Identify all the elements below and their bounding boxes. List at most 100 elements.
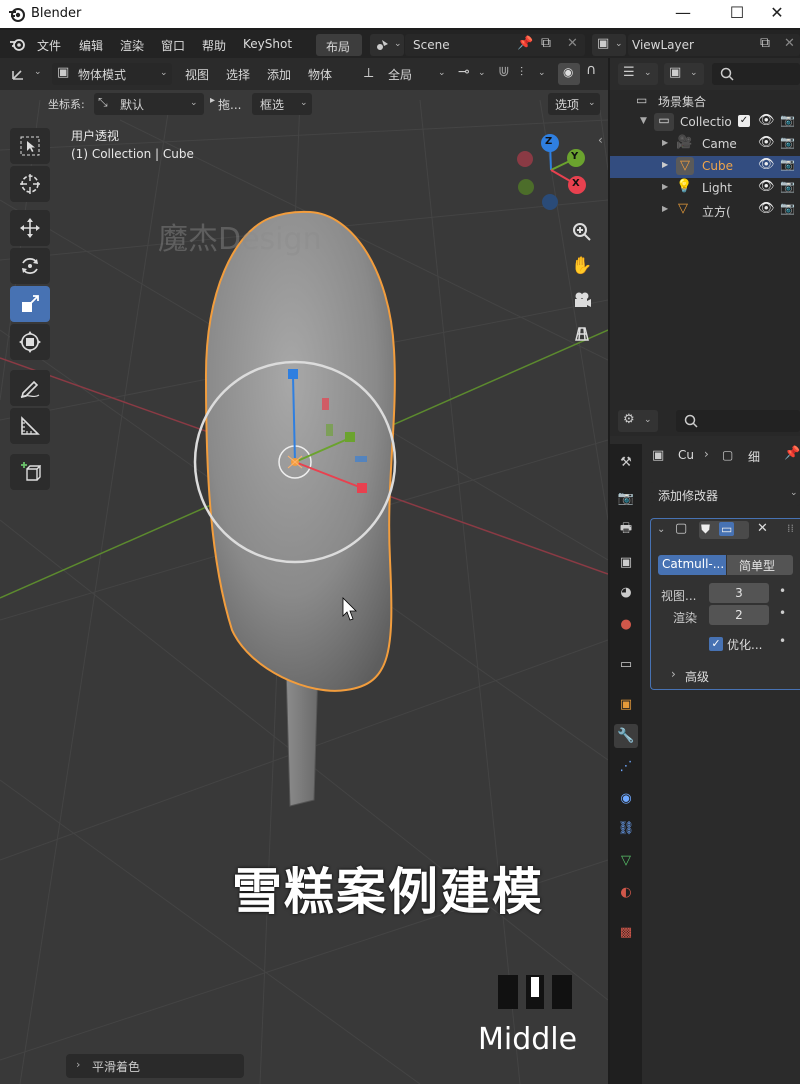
tab-modifiers[interactable]: 🔧 [614,724,638,748]
drag-handle-icon[interactable]: ⁞⁞ [787,522,794,535]
last-operator-panel[interactable]: › 平滑着色 [66,1054,244,1078]
render-camera-icon[interactable]: 📷 [780,201,795,215]
menu-keyshot[interactable]: KeyShot [243,37,292,51]
outliner-search-input[interactable] [712,63,800,85]
tool-cursor[interactable] [10,166,50,202]
menu-window[interactable]: 窗口 [161,37,185,54]
menu-add[interactable]: 添加 [267,66,291,83]
tab-collection[interactable]: ▭ [614,652,638,676]
render-camera-icon[interactable]: 📷 [780,113,795,127]
falloff-icon[interactable]: ∩ [586,62,596,78]
expand-arrow-icon[interactable]: ▶ [662,182,668,191]
expand-arrow-icon[interactable]: ▶ [662,204,668,213]
eye-icon[interactable]: 👁 [758,113,775,128]
viewport-scene[interactable] [0,58,608,1084]
tab-object[interactable]: ▣ [614,692,638,716]
viewlayer-type-dropdown[interactable]: ▣ ⌄ [592,34,626,56]
gizmo-z-handle[interactable] [288,369,298,379]
menu-view[interactable]: 视图 [185,66,209,83]
expand-arrow-icon[interactable]: ▶ [662,138,668,147]
tab-material[interactable]: ◐ [614,880,638,904]
render-camera-icon[interactable]: 📷 [780,179,795,193]
eye-icon[interactable]: 👁 [758,179,775,194]
display-mode-dropdown[interactable]: ▣ ⌄ [664,63,704,85]
outliner-scene-collection[interactable]: ▭ 场景集合 [610,90,800,112]
tab-world[interactable]: ● [614,612,638,636]
gizmo-x-handle[interactable] [357,483,367,493]
render-camera-icon[interactable]: 📷 [780,135,795,149]
editor-type-button[interactable]: ⌄ [8,63,46,85]
nav-neg-y[interactable] [518,179,534,195]
delete-scene-icon[interactable]: ✕ [567,36,578,51]
drag-dropdown[interactable]: ▸ 拖... [210,93,256,115]
gizmo-plane-xz[interactable] [322,398,329,410]
menu-render[interactable]: 渲染 [120,37,144,54]
optimal-display-checkbox[interactable]: ✓ [709,637,723,651]
scene-field[interactable]: Scene 📌 ⧉ ✕ [405,34,585,56]
tab-tool[interactable]: ⚒ [614,450,638,474]
scene-type-dropdown[interactable]: ⌄ [370,34,404,56]
outliner-row-camera[interactable]: ▶ 🎥 Came 👁 📷 [610,134,800,156]
collapse-sidebar-icon[interactable]: ‹ [598,133,603,147]
properties-search-input[interactable] [676,410,800,432]
orientation-dropdown[interactable]: ⟂ 全局 ⌄ [362,63,450,85]
pin-icon[interactable]: 📌 [517,36,533,51]
3d-viewport[interactable]: Z Y X ✋ ‹ 用户透视 (1) Collection | Cube 魔杰D… [0,58,608,1084]
zoom-button[interactable] [568,218,596,246]
tool-select-box[interactable] [10,128,50,164]
tool-measure[interactable] [10,408,50,444]
edit-mode-icon[interactable]: ⛊ [701,522,710,537]
menu-edit[interactable]: 编辑 [79,37,103,54]
levels-viewport-field[interactable]: 3 [709,583,769,603]
tool-transform[interactable] [10,324,50,360]
delete-viewlayer-icon[interactable]: ✕ [784,36,795,51]
coord-system-dropdown[interactable]: ⤡ 默认 ⌄ [94,93,204,115]
properties-editor-type[interactable]: ⚙ ⌄ [618,410,658,432]
outliner-editor-type[interactable]: ☰ ⌄ [618,63,658,85]
outliner-row-collection[interactable]: ▼ ▭ Collectio ✓ 👁 📷 [610,112,800,134]
modifier-name-field[interactable]: ⛊ ▭ [699,521,749,539]
tab-texture[interactable]: ▩ [614,920,638,944]
menu-select[interactable]: 选择 [226,66,250,83]
keyframe-dot-icon[interactable]: • [779,634,786,648]
keyframe-dot-icon[interactable]: • [779,584,786,598]
levels-render-field[interactable]: 2 [709,605,769,625]
blender-menu-icon[interactable] [9,36,27,52]
pivot-dropdown[interactable]: ⊸ ⌄ [456,63,490,85]
render-camera-icon[interactable]: 📷 [780,157,795,171]
proportional-edit-toggle[interactable]: ◉ [558,63,580,85]
catmull-clark-button[interactable]: Catmull-... [658,555,726,575]
tab-layout[interactable]: 布局 [316,34,362,56]
menu-object[interactable]: 物体 [308,66,332,83]
tab-physics[interactable]: ◉ [614,786,638,810]
eye-icon[interactable]: 👁 [758,135,775,150]
outliner-row-cube[interactable]: ▶ ▽ Cube 👁 📷 [610,156,800,178]
options-dropdown[interactable]: 选项 ⌄ [548,93,600,115]
keyframe-dot-icon[interactable]: • [779,606,786,620]
outliner-row-light[interactable]: ▶ 💡 Light 👁 📷 [610,178,800,200]
tool-annotate[interactable] [10,370,50,406]
gizmo-plane-yz[interactable] [326,424,333,436]
collapse-arrow-icon[interactable]: ⌄ [657,524,665,535]
select-mode-dropdown[interactable]: 框选 ⌄ [252,93,312,115]
tab-data[interactable]: ▽ [614,848,638,872]
tab-render[interactable]: 📷 [614,486,638,510]
snap-increment-icon[interactable]: ⫶ [520,65,523,80]
close-button[interactable]: ✕ [750,0,800,28]
outliner-row-cube2[interactable]: ▶ ▽ 立方( 👁 📷 [610,200,800,222]
viewport-display-icon[interactable]: ▭ [719,522,735,536]
tab-constraints[interactable]: ⛓ [614,816,638,840]
remove-modifier-icon[interactable]: ✕ [757,521,768,536]
nav-neg-x[interactable] [517,151,533,167]
eye-icon[interactable]: 👁 [758,157,775,172]
nav-neg-z[interactable] [542,194,558,210]
expand-arrow-icon[interactable]: ▼ [640,116,647,126]
viewlayer-field[interactable]: ViewLayer ⧉ ✕ [628,34,800,56]
tool-rotate[interactable] [10,248,50,284]
tab-scene[interactable]: ◕ [614,580,638,604]
expand-arrow-icon[interactable]: ▶ [662,160,668,169]
cube-mesh-selected[interactable] [204,210,396,692]
gizmo-plane-xy[interactable] [355,456,367,462]
tool-scale[interactable] [10,286,50,322]
menu-help[interactable]: 帮助 [202,37,226,54]
